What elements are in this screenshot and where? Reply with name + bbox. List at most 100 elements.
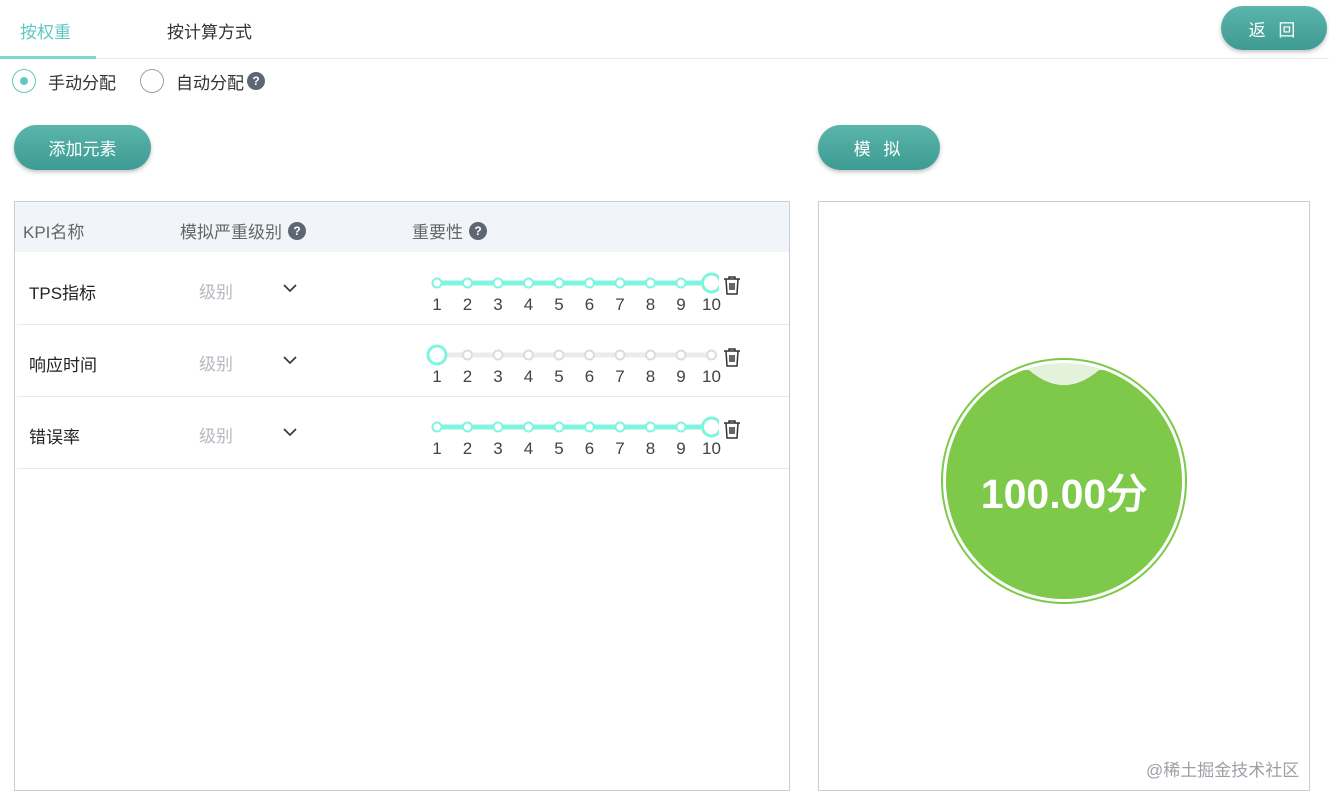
back-button[interactable]: 返 回: [1221, 6, 1327, 50]
slider-step-dot[interactable]: [645, 349, 656, 361]
slider-step-dot[interactable]: [645, 421, 656, 433]
slider-handle[interactable]: [701, 416, 720, 438]
slider-step-dot[interactable]: [462, 277, 473, 289]
slider-step-dot[interactable]: [492, 421, 504, 433]
trash-icon[interactable]: [723, 419, 741, 439]
slider-step-dot[interactable]: [584, 277, 595, 289]
slider-tick-label: 8: [645, 439, 656, 458]
slider-step-dot[interactable]: [492, 349, 504, 361]
kpi-name: 响应时间: [29, 356, 97, 375]
slider-step-dot[interactable]: [553, 349, 565, 361]
chevron-down-icon: [283, 356, 297, 365]
importance-slider[interactable]: 1 2 3 4 5 6 7 8 9 10: [419, 271, 721, 325]
slider-tick-label: 7: [615, 367, 625, 386]
radio-manual-label: 手动分配: [48, 73, 116, 93]
active-tab-indicator: [0, 56, 96, 59]
slider-step-dot[interactable]: [553, 421, 565, 433]
slider-tick-label: 2: [462, 295, 473, 314]
help-icon[interactable]: ?: [469, 221, 487, 240]
radio-manual-circle[interactable]: [12, 69, 36, 93]
header-importance-label: 重要性: [412, 223, 463, 242]
kpi-table: KPI名称 模拟严重级别? 重要性? TPS指标 级别 1 2 3 4 5 6 7 8 9 10 响应时…: [14, 201, 790, 791]
radio-auto-allocation[interactable]: 自动分配 ?: [140, 69, 265, 94]
header-kpi-name: KPI名称: [23, 218, 84, 243]
header-importance: 重要性?: [412, 218, 487, 243]
slider-tick-label: 3: [493, 439, 503, 458]
slider-tick-label: 7: [615, 439, 625, 458]
slider-step-dot[interactable]: [462, 421, 473, 433]
slider-step-dot[interactable]: [675, 421, 687, 433]
slider-tick-label: 2: [462, 439, 473, 458]
slider-tick-label: 7: [615, 295, 625, 314]
slider-step-dot[interactable]: [675, 277, 687, 289]
allocation-mode-radio-group: 手动分配 自动分配 ?: [12, 68, 289, 94]
header-severity-level: 模拟严重级别?: [180, 218, 306, 243]
help-icon[interactable]: ?: [247, 72, 265, 90]
slider-tick-label: 6: [584, 439, 595, 458]
slider-tick-label: 6: [584, 295, 595, 314]
slider-tick-label: 9: [676, 367, 686, 386]
slider-tick-label: 9: [676, 439, 686, 458]
severity-level-select[interactable]: 级别: [187, 341, 307, 377]
tab-by-calc-method[interactable]: 按计算方式: [167, 18, 252, 43]
slider-tick-label: 10: [702, 439, 721, 458]
slider-tick-label: 10: [702, 295, 721, 314]
slider-step-dot[interactable]: [431, 421, 443, 433]
slider-step-dot[interactable]: [584, 421, 595, 433]
slider-step-dot[interactable]: [706, 349, 717, 361]
add-element-button[interactable]: 添加元素: [14, 125, 151, 170]
radio-manual-allocation[interactable]: 手动分配: [12, 69, 116, 94]
slider-step-dot[interactable]: [614, 349, 626, 361]
radio-auto-circle[interactable]: [140, 69, 164, 93]
table-row: 响应时间 级别 1 2 3 4 5 6 7 8 9 10: [17, 325, 789, 397]
slider-step-dot[interactable]: [553, 277, 565, 289]
tab-bar: 按权重 按计算方式: [0, 0, 1329, 59]
chevron-down-icon: [283, 284, 297, 293]
kpi-table-header: KPI名称 模拟严重级别? 重要性?: [15, 202, 789, 252]
importance-slider-track: [426, 344, 717, 366]
score-value: 100.00分: [980, 471, 1148, 517]
importance-slider[interactable]: 1 2 3 4 5 6 7 8 9 10: [419, 343, 721, 397]
slider-step-dot[interactable]: [523, 277, 534, 289]
slider-step-dot[interactable]: [431, 277, 443, 289]
trash-icon[interactable]: [723, 347, 741, 367]
slider-step-dot[interactable]: [675, 349, 687, 361]
slider-tick-label: 4: [523, 439, 534, 458]
table-row: 错误率 级别 1 2 3 4 5 6 7 8 9 10: [17, 397, 789, 469]
slider-tick-label: 9: [676, 295, 686, 314]
importance-slider-track: [431, 416, 720, 438]
header-kpi-name-label: KPI名称: [23, 223, 85, 242]
slider-tick-label: 4: [523, 295, 534, 314]
header-severity-level-label: 模拟严重级别: [180, 223, 282, 242]
slider-tick-label: 5: [554, 295, 564, 314]
slider-tick-label: 8: [645, 295, 656, 314]
slider-tick-label: 8: [645, 367, 656, 386]
severity-level-select[interactable]: 级别: [187, 413, 307, 449]
slider-tick-label: 1: [432, 295, 442, 314]
slider-handle[interactable]: [426, 344, 448, 366]
slider-step-dot[interactable]: [614, 277, 626, 289]
importance-slider[interactable]: 1 2 3 4 5 6 7 8 9 10: [419, 415, 721, 469]
slider-handle[interactable]: [701, 272, 720, 294]
trash-icon[interactable]: [723, 275, 741, 295]
severity-level-select[interactable]: 级别: [187, 269, 307, 305]
help-icon[interactable]: ?: [288, 221, 306, 240]
slider-step-dot[interactable]: [614, 421, 626, 433]
slider-step-dot[interactable]: [584, 349, 595, 361]
slider-tick-label: 3: [493, 295, 503, 314]
radio-auto-label: 自动分配: [176, 73, 244, 93]
slider-step-dot[interactable]: [462, 349, 473, 361]
table-row: TPS指标 级别 1 2 3 4 5 6 7 8 9 10: [17, 253, 789, 325]
importance-slider-track: [431, 272, 720, 294]
chevron-down-icon: [283, 428, 297, 437]
slider-tick-label: 5: [554, 367, 564, 386]
severity-level-placeholder: 级别: [199, 355, 233, 374]
slider-step-dot[interactable]: [492, 277, 504, 289]
slider-step-dot[interactable]: [645, 277, 656, 289]
tab-by-weight[interactable]: 按权重: [20, 18, 71, 43]
slider-tick-label: 6: [584, 367, 595, 386]
slider-step-dot[interactable]: [523, 421, 534, 433]
slider-step-dot[interactable]: [523, 349, 534, 361]
simulate-button[interactable]: 模 拟: [818, 125, 940, 170]
slider-tick-label: 1: [432, 439, 442, 458]
